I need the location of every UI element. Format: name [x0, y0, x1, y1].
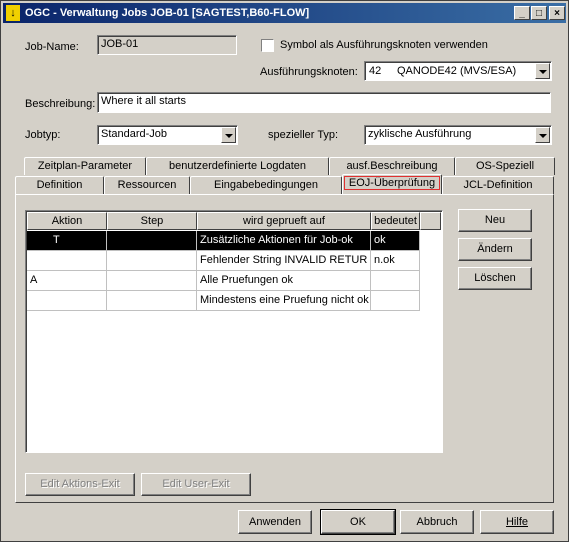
jobtype-label: Jobtyp:: [25, 129, 61, 141]
help-button[interactable]: Hilfe: [480, 510, 554, 534]
tab-eingabebedingungen[interactable]: Eingabebedingungen: [190, 176, 342, 194]
node-dropdown-button[interactable]: [535, 63, 550, 79]
node-number: 42: [369, 65, 382, 77]
tab-zeitplan-parameter[interactable]: Zeitplan-Parameter: [24, 157, 146, 175]
eoj-table[interactable]: Aktion Step wird geprueft auf bedeutet T…: [25, 210, 443, 453]
tab-definition[interactable]: Definition: [15, 176, 104, 194]
close-button[interactable]: ×: [549, 6, 565, 20]
change-button[interactable]: Ändern: [458, 238, 532, 261]
cell-meaning: n.ok: [371, 251, 420, 271]
special-type-value: zyklische Ausführung: [368, 128, 472, 140]
special-type-label: spezieller Typ:: [268, 129, 339, 141]
column-header-check[interactable]: wird geprueft auf: [197, 212, 371, 230]
tab-ressourcen[interactable]: Ressourcen: [104, 176, 190, 194]
cell-aktion: [27, 251, 107, 271]
cell-aktion: [27, 291, 107, 311]
title-bar[interactable]: ↓ OGC - Verwaltung Jobs JOB-01 [SAGTEST,…: [3, 3, 566, 23]
app-icon: ↓: [6, 5, 20, 21]
node-select[interactable]: 42 QANODE42 (MVS/ESA): [364, 61, 552, 81]
cell-aktion: A: [27, 271, 107, 291]
cell-check: Mindestens eine Pruefung nicht ok: [197, 291, 371, 311]
cell-check: Fehlender String INVALID RETUR: [197, 251, 371, 271]
tab-eoj-ueberpruefung[interactable]: EOJ-Überprüfung: [342, 174, 442, 194]
cell-check: Zusätzliche Aktionen für Job-ok: [197, 231, 371, 251]
column-header-filler: [420, 212, 441, 230]
window-title: OGC - Verwaltung Jobs JOB-01 [SAGTEST,B6…: [25, 7, 310, 19]
tab-jcl-definition[interactable]: JCL-Definition: [442, 176, 554, 194]
node-name: QANODE42 (MVS/ESA): [397, 65, 517, 77]
jobtype-dropdown-button[interactable]: [221, 127, 236, 143]
tab-logdaten[interactable]: benutzerdefinierte Logdaten: [146, 157, 329, 175]
cell-step: [107, 271, 197, 291]
edit-action-exit-button[interactable]: Edit Aktions-Exit: [25, 473, 135, 496]
jobtype-select[interactable]: Standard-Job: [97, 125, 238, 145]
cell-step: [107, 291, 197, 311]
chevron-down-icon: [225, 134, 233, 138]
delete-button[interactable]: Löschen: [458, 267, 532, 290]
tab-ausf-beschreibung[interactable]: ausf.Beschreibung: [329, 157, 455, 175]
new-button[interactable]: Neu: [458, 209, 532, 232]
cancel-button[interactable]: Abbruch: [400, 510, 474, 534]
edit-user-exit-button[interactable]: Edit User-Exit: [141, 473, 251, 496]
apply-button[interactable]: Anwenden: [238, 510, 312, 534]
jobname-label: Job-Name:: [25, 41, 79, 53]
cell-check: Alle Pruefungen ok: [197, 271, 371, 291]
cell-meaning: ok: [371, 231, 420, 251]
special-type-select[interactable]: zyklische Ausführung: [364, 125, 552, 145]
column-header-step[interactable]: Step: [107, 212, 197, 230]
tab-os-speziell[interactable]: OS-Speziell: [455, 157, 555, 175]
cell-meaning: [371, 291, 420, 311]
column-header-aktion[interactable]: Aktion: [27, 212, 107, 230]
jobtype-value: Standard-Job: [101, 128, 168, 140]
symbol-checkbox[interactable]: [261, 39, 274, 52]
maximize-button[interactable]: □: [531, 6, 547, 20]
cell-step: [107, 231, 197, 251]
cell-step: [107, 251, 197, 271]
node-label: Ausführungsknoten:: [260, 66, 358, 78]
cell-aktion: T: [27, 231, 107, 251]
jobname-field[interactable]: JOB-01: [97, 35, 237, 55]
symbol-checkbox-label: Symbol als Ausführungsknoten verwenden: [280, 39, 488, 51]
chevron-down-icon: [539, 134, 547, 138]
chevron-down-icon: [539, 70, 547, 74]
dialog-window: ↓ OGC - Verwaltung Jobs JOB-01 [SAGTEST,…: [0, 0, 569, 542]
minimize-button[interactable]: _: [514, 6, 530, 20]
cell-meaning: [371, 271, 420, 291]
description-label: Beschreibung:: [25, 98, 96, 110]
description-input[interactable]: Where it all starts: [97, 92, 551, 113]
ok-button[interactable]: OK: [320, 509, 396, 535]
special-type-dropdown-button[interactable]: [535, 127, 550, 143]
column-header-meaning[interactable]: bedeutet: [371, 212, 420, 230]
